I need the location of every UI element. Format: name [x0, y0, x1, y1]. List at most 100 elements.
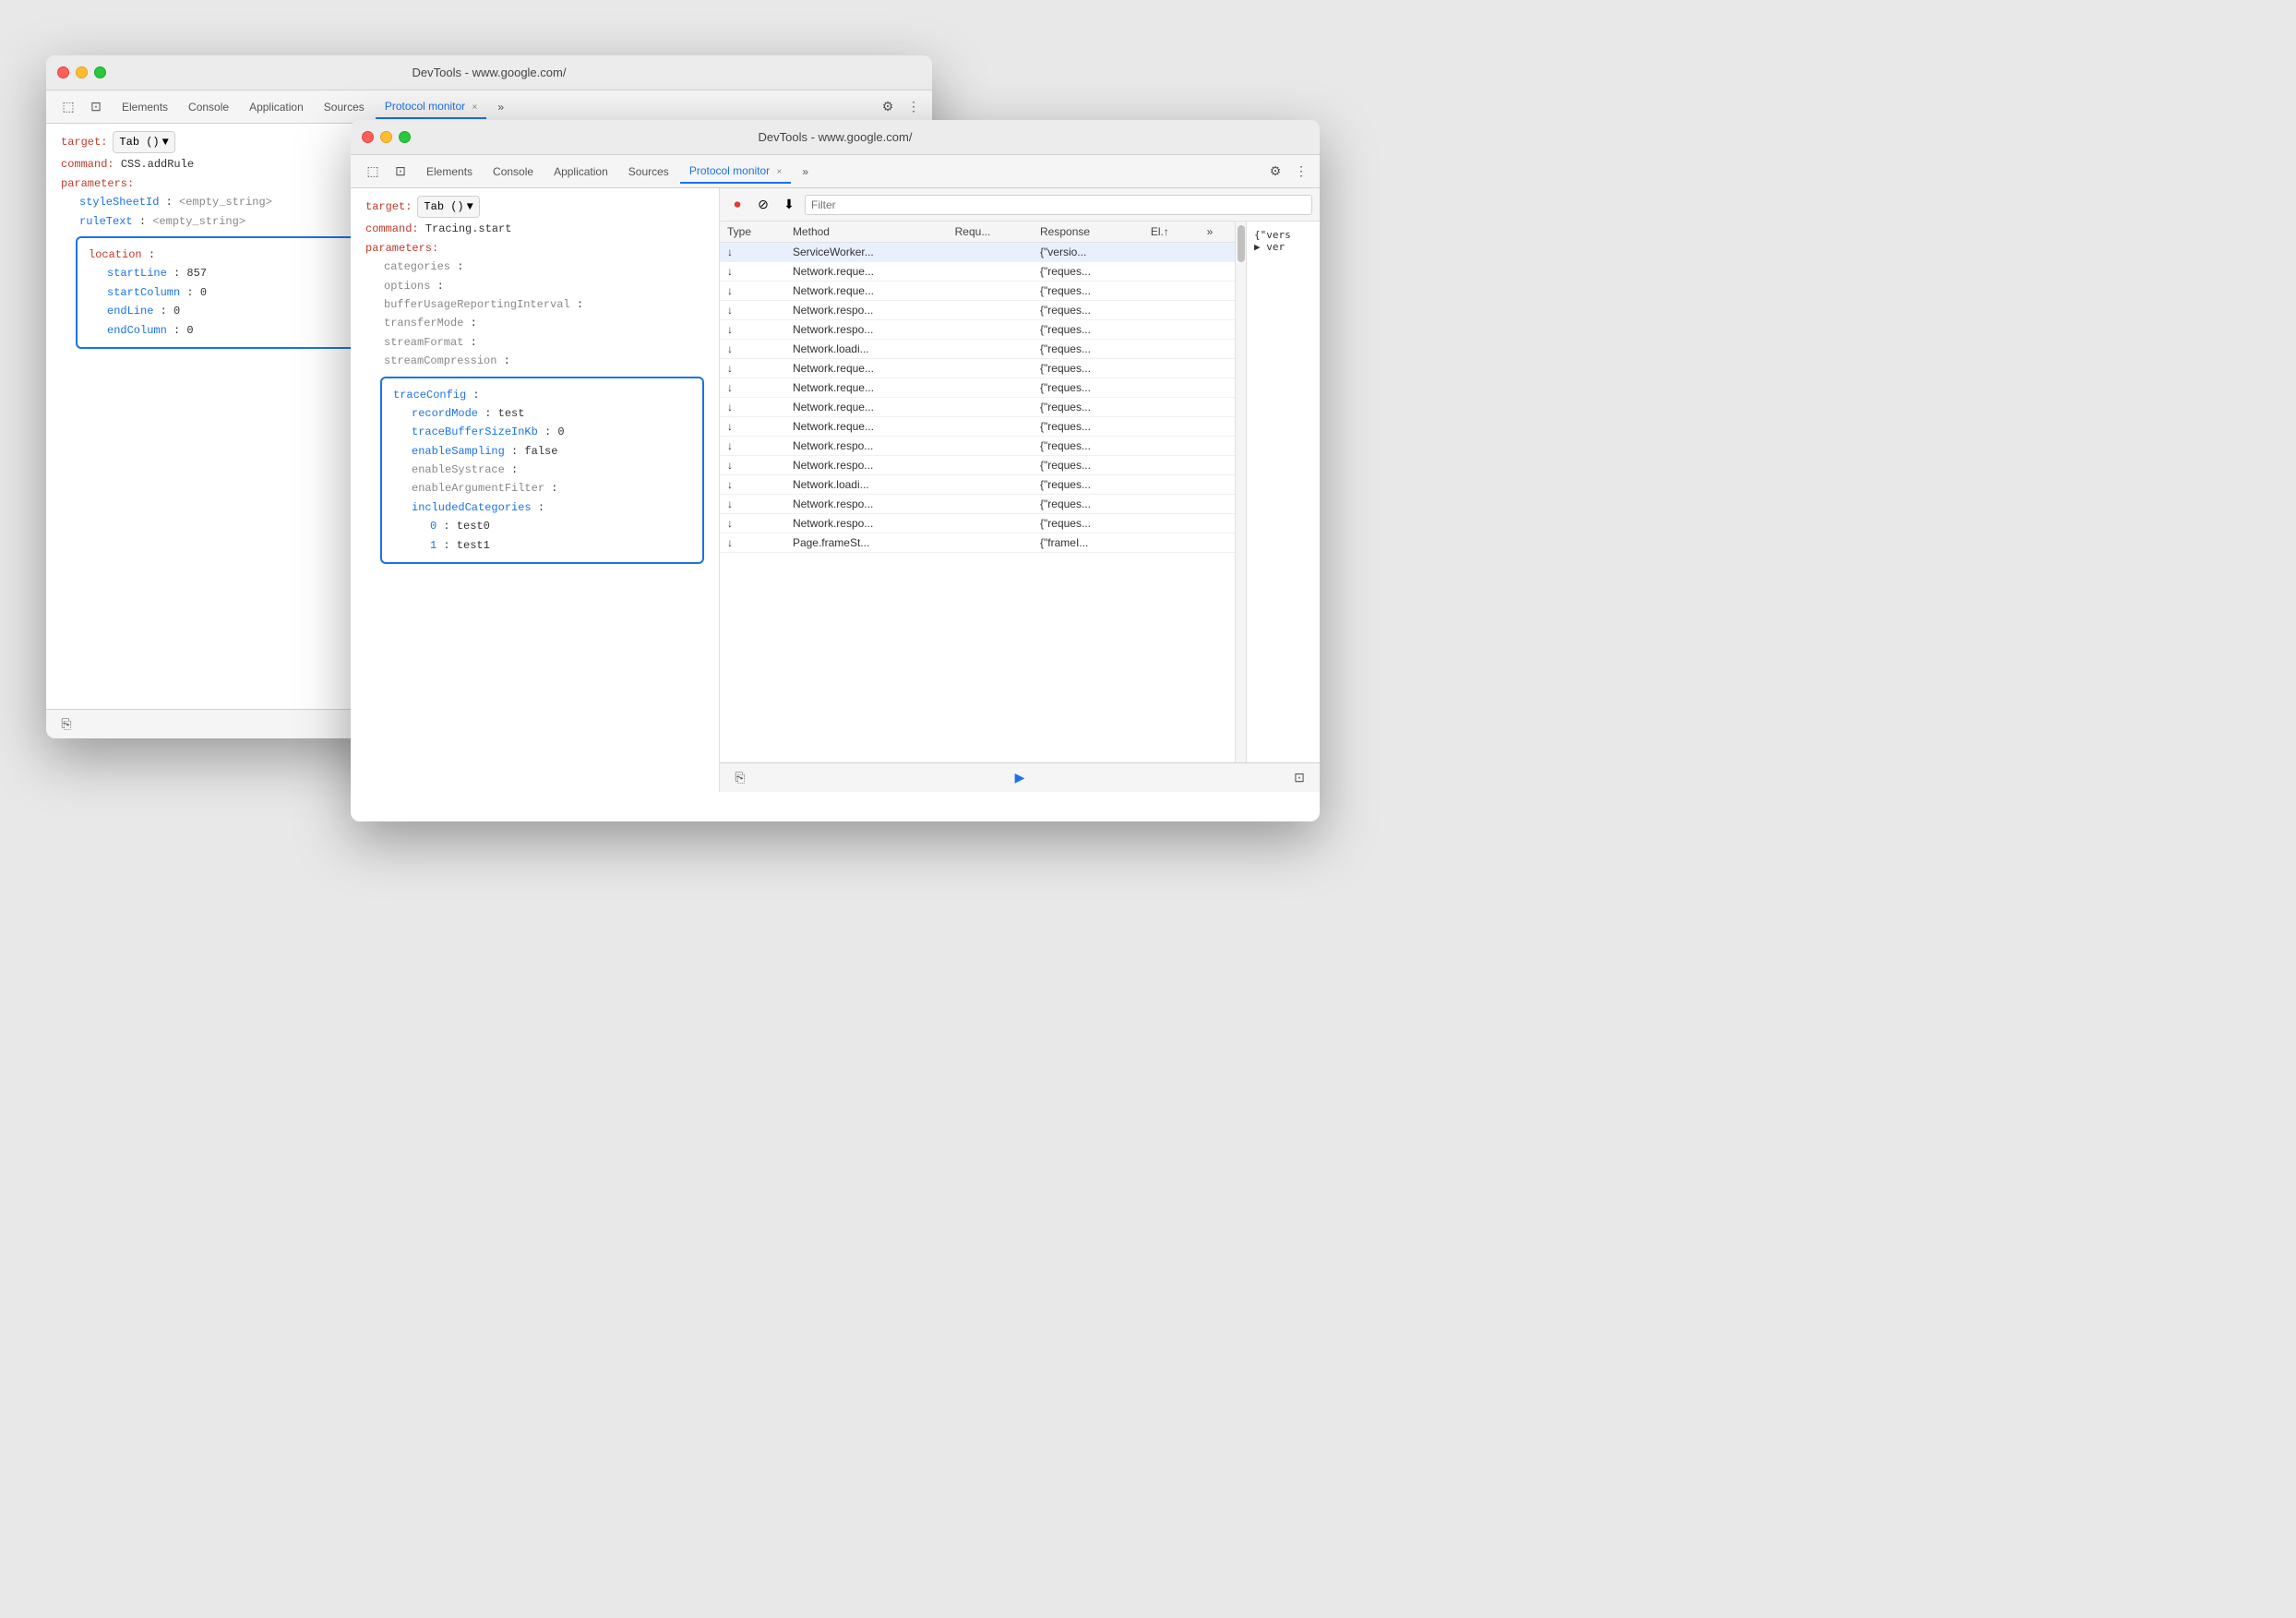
bottom-center-icon-front[interactable]: ▶ [1010, 769, 1029, 787]
minimize-button-back[interactable] [76, 66, 88, 78]
table-row[interactable]: ↓Network.loadi...{"reques... [720, 475, 1235, 495]
settings-icon-front[interactable]: ⚙ [1264, 161, 1286, 183]
tab-close-front[interactable]: × [777, 167, 783, 177]
table-row[interactable]: ↓Network.reque...{"reques... [720, 417, 1235, 437]
title-bar-front: DevTools - www.google.com/ [351, 120, 1320, 155]
tab-protocol-front[interactable]: Protocol monitor × [680, 160, 792, 184]
tab-console-back[interactable]: Console [179, 96, 238, 118]
tab-elements-front[interactable]: Elements [417, 161, 482, 183]
table-row[interactable]: ↓Network.respo...{"reques... [720, 437, 1235, 456]
col-request: Requ... [948, 222, 1033, 243]
bottom-left-icon-front[interactable]: ⎘ [731, 769, 749, 787]
network-toolbar-front: ⏺ ⊘ ⬇ [720, 188, 1320, 222]
target-chevron-back: ▼ [162, 133, 169, 151]
table-row[interactable]: ↓Network.respo...{"reques... [720, 514, 1235, 533]
col-type: Type [720, 222, 785, 243]
cell-method: Network.reque... [785, 359, 948, 378]
tab-more-back[interactable]: » [488, 96, 513, 118]
bottom-right-icon-front[interactable]: ⊡ [1290, 769, 1309, 787]
transfer-mode-field: transferMode : [365, 314, 704, 332]
trace-config-label: traceConfig : [393, 386, 691, 404]
clear-button[interactable]: ⊘ [753, 195, 773, 215]
rule-text-field-back: ruleText : <empty_string> [61, 212, 400, 231]
table-row[interactable]: ↓Network.reque...{"reques... [720, 359, 1235, 378]
responsive-icon-front[interactable]: ⊡ [389, 161, 412, 183]
table-row[interactable]: ↓Network.respo...{"reques... [720, 495, 1235, 514]
tab-bar-back: ⬚ ⊡ Elements Console Application Sources… [46, 90, 932, 124]
cell-method: Network.loadi... [785, 475, 948, 495]
inspect-icon-front[interactable]: ⬚ [362, 161, 384, 183]
table-row[interactable]: ↓Network.respo...{"reques... [720, 301, 1235, 320]
more-icon-front[interactable]: ⋮ [1290, 161, 1312, 183]
filter-input[interactable] [805, 195, 1312, 215]
record-button[interactable]: ⏺ [727, 195, 747, 215]
target-label-back: target: [61, 133, 107, 151]
target-dropdown-back[interactable]: Tab () ▼ [113, 131, 174, 153]
table-row[interactable]: ↓Network.loadi...{"reques... [720, 340, 1235, 359]
window-title-back: DevTools - www.google.com/ [413, 66, 567, 79]
cell-method: Network.respo... [785, 301, 948, 320]
json-preview-panel: {"vers ▶ ver [1246, 222, 1320, 762]
tab-elements-back[interactable]: Elements [113, 96, 177, 118]
scrollbar[interactable] [1235, 222, 1246, 762]
cell-method: Network.respo... [785, 456, 948, 475]
network-panel-front: ⏺ ⊘ ⬇ Type Method Requ... Response [720, 188, 1320, 792]
bottom-left-icon-back[interactable]: ⎘ [57, 715, 76, 734]
command-line-front: command: Tracing.start [365, 220, 704, 238]
download-button[interactable]: ⬇ [779, 195, 799, 215]
maximize-button-back[interactable] [94, 66, 106, 78]
tab-console-front[interactable]: Console [484, 161, 543, 183]
tab-sources-back[interactable]: Sources [315, 96, 374, 118]
tab-sources-front[interactable]: Sources [619, 161, 678, 183]
cell-elapsed [1143, 243, 1200, 262]
col-elapsed: El.↑ [1143, 222, 1200, 243]
cell-method: Network.reque... [785, 398, 948, 417]
tab-icons-back: ⬚ ⊡ [54, 96, 111, 118]
cell-response: {"reques... [1033, 262, 1143, 282]
inspect-icon[interactable]: ⬚ [57, 96, 79, 118]
tab-icons-front: ⬚ ⊡ [358, 161, 415, 183]
enable-arg-filter-field: enableArgumentFilter : [393, 479, 691, 497]
category-1-field: 1 : test1 [393, 536, 691, 555]
table-row[interactable]: ↓Network.reque...{"reques... [720, 282, 1235, 301]
command-line-back: command: CSS.addRule [61, 155, 400, 174]
target-dropdown-front[interactable]: Tab () ▼ [417, 196, 479, 218]
tab-close-back[interactable]: × [472, 102, 478, 113]
table-row[interactable]: ↓Network.respo...{"reques... [720, 320, 1235, 340]
minimize-button-front[interactable] [380, 131, 392, 143]
col-response: Response [1033, 222, 1143, 243]
cell-method: Network.reque... [785, 378, 948, 398]
trace-config-box: traceConfig : recordMode : test traceBuf… [380, 377, 704, 565]
cell-method: Network.reque... [785, 262, 948, 282]
more-icon-back[interactable]: ⋮ [903, 96, 925, 118]
col-method: Method [785, 222, 948, 243]
col-extra: » [1200, 222, 1235, 243]
maximize-button-front[interactable] [399, 131, 411, 143]
protocol-left-front: target: Tab () ▼ command: Tracing.start … [351, 188, 720, 792]
tab-bar-front: ⬚ ⊡ Elements Console Application Sources… [351, 155, 1320, 188]
table-row[interactable]: ↓Network.reque...{"reques... [720, 378, 1235, 398]
start-line-field-back: startLine : 857 [89, 264, 387, 282]
bottom-bar-front: ⎘ ▶ ⊡ [720, 762, 1320, 792]
network-table-header: Type Method Requ... Response El.↑ » [720, 222, 1235, 243]
table-row[interactable]: ↓Page.frameSt...{"frameI... [720, 533, 1235, 553]
scrollbar-thumb[interactable] [1238, 225, 1245, 262]
settings-icon-back[interactable]: ⚙ [877, 96, 899, 118]
enable-sampling-field: enableSampling : false [393, 442, 691, 461]
tab-application-back[interactable]: Application [240, 96, 313, 118]
tab-protocol-back[interactable]: Protocol monitor × [376, 95, 487, 119]
table-row[interactable]: ↓ Network.reque... {"reques... [720, 262, 1235, 282]
close-button-back[interactable] [57, 66, 69, 78]
tab-settings-front: ⚙ ⋮ [1264, 161, 1312, 183]
tab-application-front[interactable]: Application [544, 161, 617, 183]
cell-method: Network.loadi... [785, 340, 948, 359]
responsive-icon[interactable]: ⊡ [85, 96, 107, 118]
cell-method: Network.respo... [785, 514, 948, 533]
table-row[interactable]: ↓ ServiceWorker... {"versio... [720, 243, 1235, 262]
table-row[interactable]: ↓Network.respo...{"reques... [720, 456, 1235, 475]
cell-response: {"versio... [1033, 243, 1143, 262]
title-bar-back: DevTools - www.google.com/ [46, 55, 932, 90]
close-button-front[interactable] [362, 131, 374, 143]
tab-more-front[interactable]: » [793, 161, 818, 183]
table-row[interactable]: ↓Network.reque...{"reques... [720, 398, 1235, 417]
